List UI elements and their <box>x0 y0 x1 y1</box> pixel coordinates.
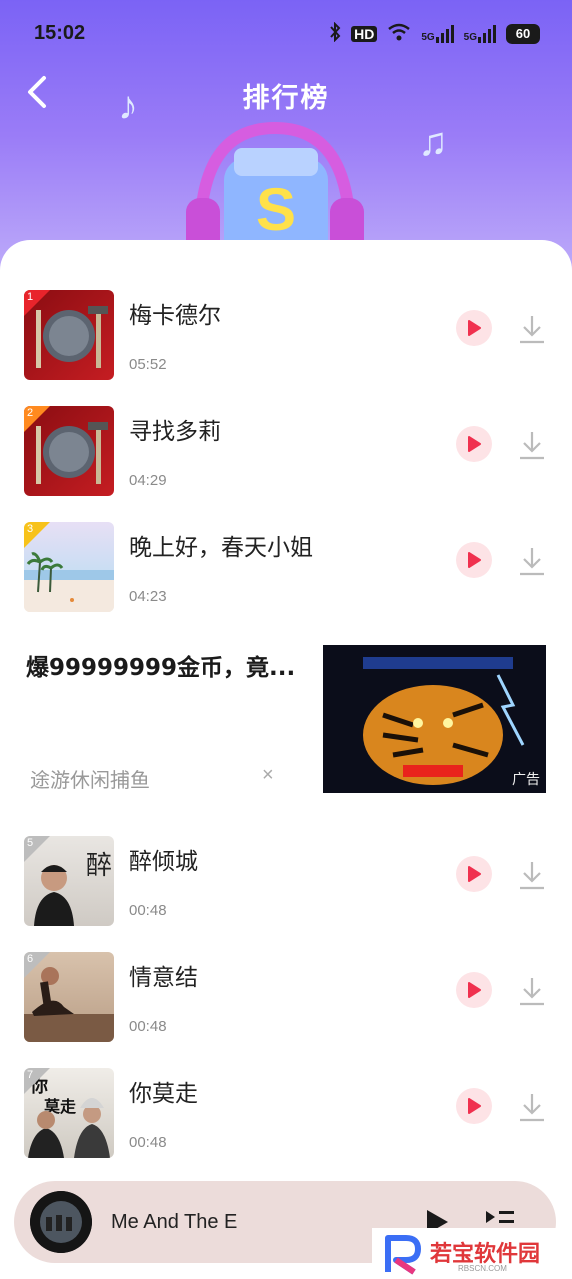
song-duration: 04:23 <box>129 588 167 605</box>
play-button[interactable] <box>456 542 492 578</box>
play-icon <box>468 866 481 882</box>
download-icon <box>520 1094 544 1122</box>
download-icon <box>520 316 544 344</box>
album-cover: 1 <box>24 290 114 380</box>
play-icon <box>468 1098 481 1114</box>
download-icon <box>520 978 544 1006</box>
song-title: 寻找多莉 <box>129 419 221 445</box>
song-title: 梅卡德尔 <box>129 303 221 329</box>
ad-banner[interactable]: 爆99999999金币，竟... 途游休闲捕鱼 × 广告 <box>0 640 572 800</box>
song-row[interactable]: 1 梅卡德尔 05:52 <box>24 290 548 382</box>
ad-close-button[interactable]: × <box>262 764 274 787</box>
download-icon <box>520 862 544 890</box>
download-button[interactable] <box>518 976 546 1006</box>
album-cover: 6 <box>24 952 114 1042</box>
play-icon <box>468 436 481 452</box>
battery-indicator: 60 <box>506 23 540 44</box>
song-duration: 00:48 <box>129 902 167 919</box>
player-album-disc[interactable] <box>30 1191 92 1253</box>
svg-text:S: S <box>256 176 296 243</box>
download-button[interactable] <box>518 1092 546 1122</box>
song-duration: 05:52 <box>129 356 167 373</box>
svg-text:醉: 醉 <box>86 851 112 881</box>
song-row[interactable]: 2 寻找多莉 04:29 <box>24 406 548 498</box>
song-title: 情意结 <box>129 965 198 991</box>
song-row[interactable]: 6 情意结 00:48 <box>24 952 548 1044</box>
play-button[interactable] <box>456 426 492 462</box>
ad-title: 爆99999999金币，竟... <box>26 655 296 681</box>
song-title: 醉倾城 <box>129 849 198 875</box>
song-duration: 00:48 <box>129 1018 167 1035</box>
play-button[interactable] <box>456 856 492 892</box>
page-title: 排行榜 <box>242 83 330 113</box>
hd-icon: HD <box>351 25 378 42</box>
signal-5g-icon: 5G <box>463 24 496 43</box>
play-icon <box>468 982 481 998</box>
watermark: 若宝软件园 RBSCN.COM <box>372 1228 572 1279</box>
song-title: 你莫走 <box>129 1081 198 1107</box>
play-icon <box>468 320 481 336</box>
net-label: 5G <box>421 31 435 43</box>
status-bar: 15:02 HD 5G 5G 60 <box>0 0 572 68</box>
download-button[interactable] <box>518 546 546 576</box>
download-icon <box>520 548 544 576</box>
ad-image: 广告 <box>323 645 546 793</box>
song-row[interactable]: 醉 5 醉倾城 00:48 <box>24 836 548 928</box>
song-title: 晚上好，春天小姐 <box>129 535 313 561</box>
ad-source: 途游休闲捕鱼 <box>30 768 150 792</box>
song-row[interactable]: 3 晚上好，春天小姐 04:23 <box>24 522 548 614</box>
play-button[interactable] <box>456 1088 492 1124</box>
net-label: 5G <box>463 31 477 43</box>
wifi-icon <box>387 23 411 44</box>
music-note-icon: ♪ <box>118 84 138 128</box>
album-cover: 3 <box>24 522 114 612</box>
play-icon <box>468 552 481 568</box>
player-song-title: Me And The E <box>111 1211 238 1233</box>
watermark-sub: RBSCN.COM <box>458 1264 507 1273</box>
album-cover: 醉 5 <box>24 836 114 926</box>
music-note-icon: ♫ <box>418 120 448 164</box>
play-button[interactable] <box>456 972 492 1008</box>
status-time: 15:02 <box>34 22 86 44</box>
album-cover: 2 <box>24 406 114 496</box>
download-button[interactable] <box>518 314 546 344</box>
download-button[interactable] <box>518 430 546 460</box>
play-button[interactable] <box>456 310 492 346</box>
song-row[interactable]: 你 莫走 7 你莫走 00:48 <box>24 1068 548 1160</box>
album-cover: 你 莫走 7 <box>24 1068 114 1158</box>
song-duration: 00:48 <box>129 1134 167 1151</box>
download-icon <box>520 432 544 460</box>
status-icons: HD 5G 5G 60 <box>329 21 540 45</box>
ad-label: 广告 <box>512 772 540 788</box>
watermark-logo <box>385 1235 421 1275</box>
bluetooth-icon <box>329 21 341 45</box>
download-button[interactable] <box>518 860 546 890</box>
song-duration: 04:29 <box>129 472 167 489</box>
signal-5g-icon: 5G <box>421 24 454 43</box>
